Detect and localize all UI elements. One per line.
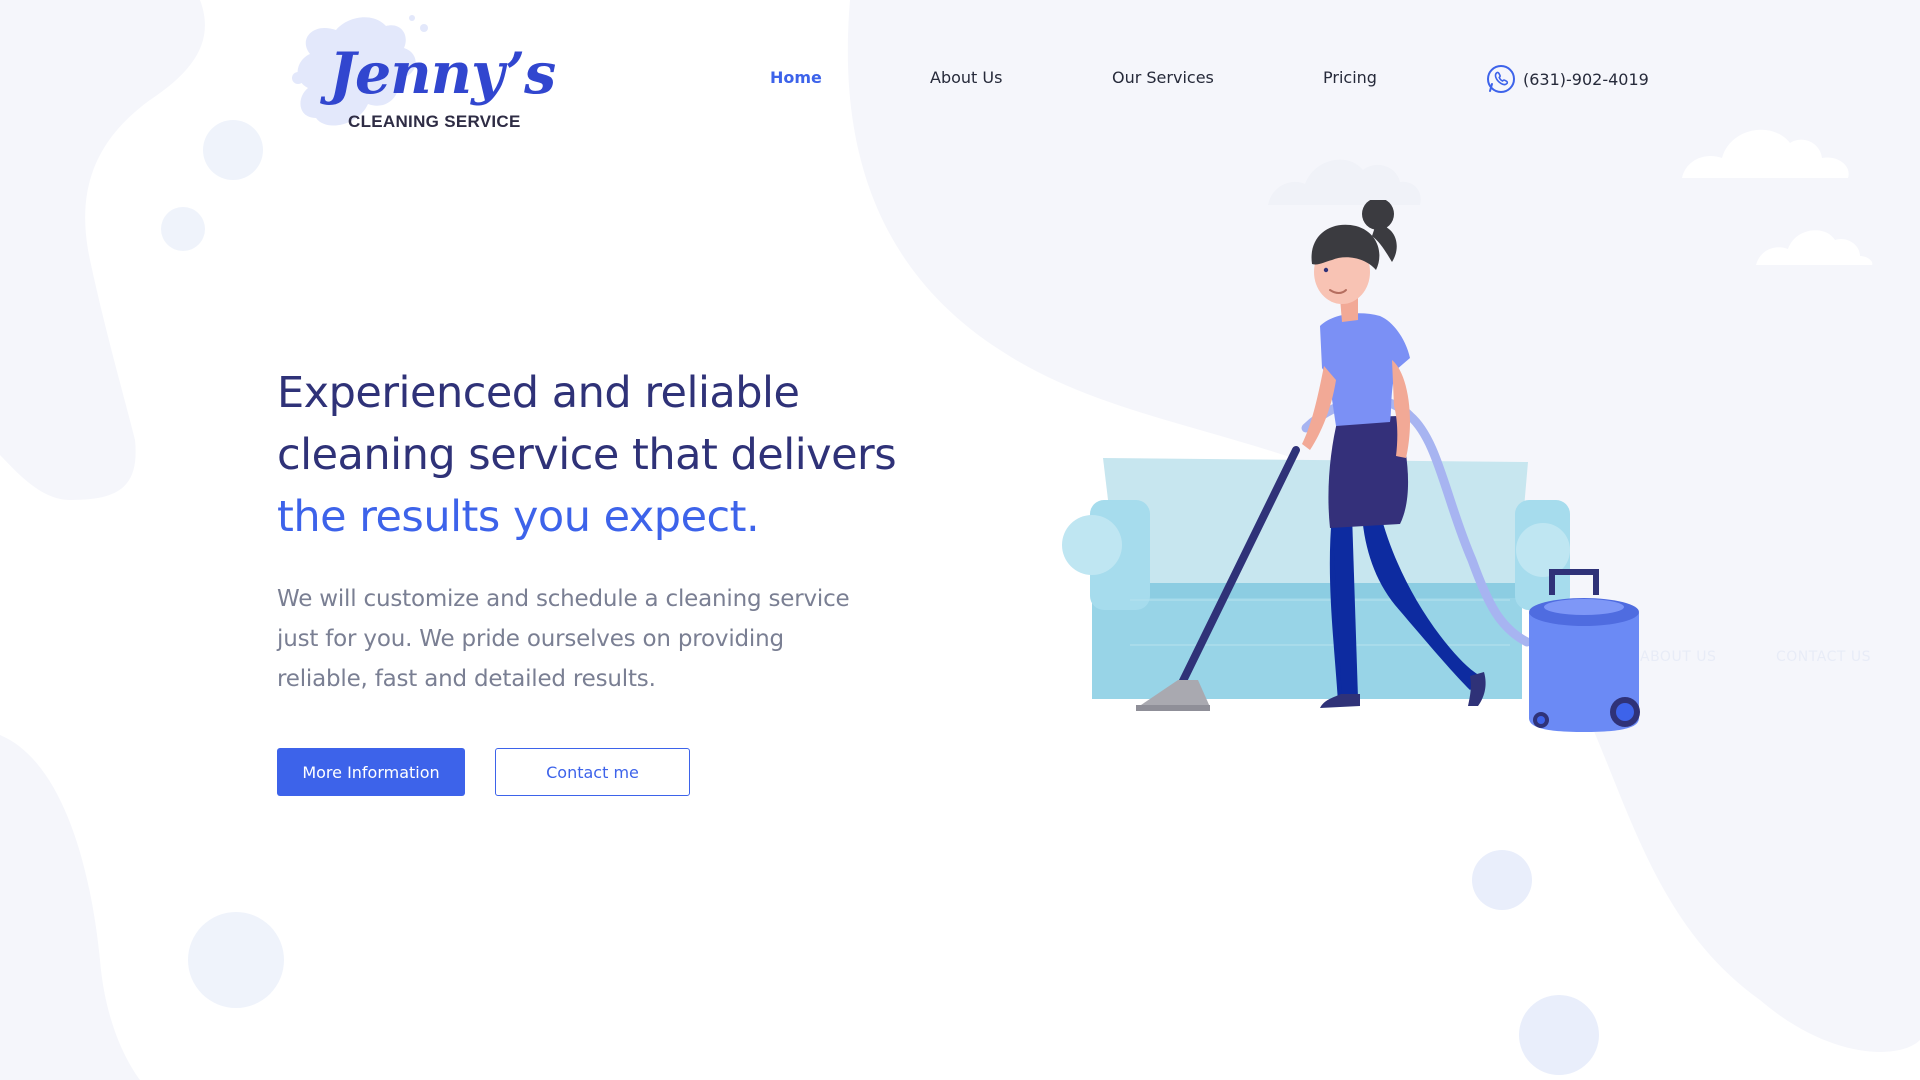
- headline-accent-line: the results you expect.: [277, 492, 760, 542]
- brand-logo[interactable]: Jenny’s CLEANING SERVICE: [288, 14, 556, 134]
- bg-bubble: [161, 207, 205, 251]
- faint-label: CONTACT US: [1776, 649, 1871, 665]
- faint-label: ABOUT US: [1640, 649, 1717, 665]
- hero-description: We will customize and schedule a cleanin…: [277, 579, 850, 699]
- sofa-illustration: [1062, 458, 1570, 699]
- bg-bubble: [188, 912, 284, 1008]
- headline-line: Experienced and reliable: [277, 368, 800, 418]
- bg-bubble: [1472, 850, 1532, 910]
- more-information-button[interactable]: More Information: [277, 748, 465, 796]
- brand-tagline: CLEANING SERVICE: [348, 112, 521, 131]
- nav-pricing[interactable]: Pricing: [1323, 68, 1377, 87]
- description-line: reliable, fast and detailed results.: [277, 666, 656, 692]
- bg-bubble: [1519, 995, 1599, 1075]
- phone-icon: [1487, 65, 1515, 93]
- phone-number: (631)-902-4019: [1523, 69, 1649, 89]
- brand-name: Jenny’s: [329, 40, 556, 107]
- cleaning-woman-illustration: [1062, 200, 1640, 732]
- nav-about-us[interactable]: About Us: [930, 68, 1002, 87]
- bg-bubble: [203, 120, 263, 180]
- description-line: We will customize and schedule a cleanin…: [277, 586, 850, 612]
- description-line: just for you. We pride ourselves on prov…: [277, 626, 784, 652]
- nav-home[interactable]: Home: [770, 68, 822, 87]
- contact-me-button[interactable]: Contact me: [495, 748, 690, 796]
- headline-line: cleaning service that delivers: [277, 430, 897, 480]
- nav-our-services[interactable]: Our Services: [1112, 68, 1214, 87]
- hero-headline: Experienced and reliable cleaning servic…: [277, 362, 897, 548]
- phone-contact[interactable]: (631)-902-4019: [1486, 64, 1649, 94]
